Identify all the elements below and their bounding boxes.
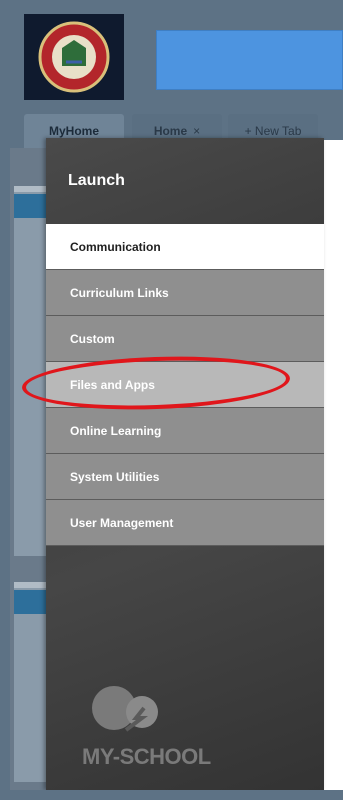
menu-item-label: System Utilities	[70, 469, 160, 484]
launch-panel: Launch Communication Curriculum Links Cu…	[46, 138, 324, 790]
menu-item-label: Curriculum Links	[70, 285, 169, 300]
menu-item-communication[interactable]: Communication	[46, 224, 324, 270]
menu-item-label: User Management	[70, 515, 174, 530]
search-bar[interactable]	[156, 30, 343, 90]
tab-label: MyHome	[48, 124, 99, 138]
menu-item-label: Online Learning	[70, 423, 162, 438]
school-logo[interactable]	[24, 14, 124, 100]
tab-label: Home	[153, 124, 188, 138]
app-header	[0, 0, 343, 108]
menu-item-curriculum-links[interactable]: Curriculum Links	[46, 270, 324, 316]
tab-label: + New Tab	[244, 124, 302, 138]
menu-item-label: Files and Apps	[70, 377, 155, 392]
menu-item-online-learning[interactable]: Online Learning	[46, 408, 324, 454]
brand-logo: MY-SCHOOL	[46, 678, 324, 790]
menu-item-system-utilities[interactable]: System Utilities	[46, 454, 324, 500]
menu-item-label: Communication	[70, 239, 161, 254]
close-icon[interactable]: ×	[193, 124, 200, 138]
menu-item-label: Custom	[70, 331, 115, 346]
menu-item-files-and-apps[interactable]: Files and Apps	[46, 362, 324, 408]
content-area	[324, 140, 343, 790]
launch-menu: Communication Curriculum Links Custom Fi…	[46, 224, 324, 546]
menu-item-custom[interactable]: Custom	[46, 316, 324, 362]
school-crest-icon	[38, 21, 110, 93]
launch-title: Launch	[68, 172, 125, 189]
brand-text: MY-SCHOOL	[82, 744, 211, 769]
menu-item-user-management[interactable]: User Management	[46, 500, 324, 546]
bottom-strip	[0, 790, 343, 800]
my-school-logo-icon	[92, 686, 158, 732]
